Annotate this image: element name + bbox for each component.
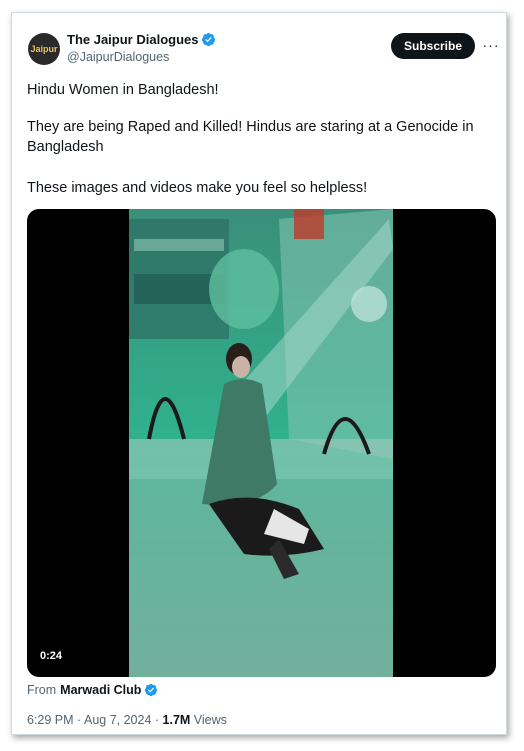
tweet-card: Jaipur The Jaipur Dialogues @JaipurDialo… bbox=[11, 12, 507, 735]
tweet-meta: 6:29 PM · Aug 7, 2024 · 1.7M Views bbox=[27, 713, 227, 727]
meta-separator: · bbox=[151, 713, 163, 727]
avatar-text: Jaipur bbox=[30, 44, 58, 54]
author-handle[interactable]: @JaipurDialogues bbox=[67, 50, 169, 64]
tweet-text-line-2: They are being Raped and Killed! Hindus … bbox=[27, 119, 474, 155]
media-source: From Marwadi Club bbox=[27, 683, 158, 697]
meta-separator: · bbox=[73, 713, 84, 727]
avatar[interactable]: Jaipur bbox=[28, 33, 60, 65]
more-options-icon[interactable]: ··· bbox=[482, 35, 500, 55]
video-frame bbox=[129, 209, 393, 677]
verified-badge-icon bbox=[145, 683, 158, 697]
display-name[interactable]: The Jaipur Dialogues bbox=[67, 32, 198, 47]
views-count: 1.7M bbox=[162, 713, 191, 727]
subscribe-button[interactable]: Subscribe bbox=[391, 33, 475, 59]
verified-badge-icon bbox=[202, 32, 216, 47]
source-prefix: From bbox=[27, 683, 57, 697]
tweet-text-line-3: These images and videos make you feel so… bbox=[27, 180, 368, 196]
views-label: Views bbox=[190, 713, 227, 727]
video-player[interactable]: 0:24 bbox=[27, 209, 496, 677]
source-account-link[interactable]: Marwadi Club bbox=[60, 683, 141, 697]
tweet-text-line-1: Hindu Women in Bangladesh! bbox=[27, 82, 219, 98]
tweet-date[interactable]: Aug 7, 2024 bbox=[84, 713, 151, 727]
video-duration-badge: 0:24 bbox=[35, 648, 68, 664]
author-name-row: The Jaipur Dialogues bbox=[67, 32, 216, 47]
tweet-time[interactable]: 6:29 PM bbox=[27, 713, 74, 727]
